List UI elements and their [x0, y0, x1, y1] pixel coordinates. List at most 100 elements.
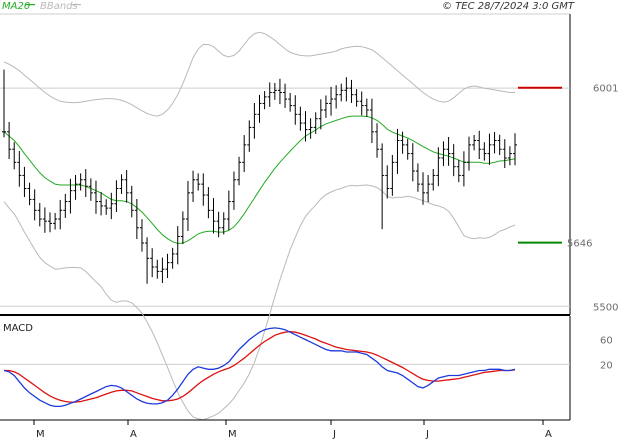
x-tick-label: J [332, 429, 336, 440]
price-bar [364, 98, 369, 117]
macd-title: MACD [3, 323, 33, 334]
price-bar [22, 166, 27, 198]
price-bar [58, 199, 63, 230]
price-bar [12, 142, 17, 170]
price-bar [415, 163, 420, 192]
price-bar [451, 144, 456, 177]
macd-axis-label: 60 [600, 336, 613, 347]
price-bar [446, 137, 451, 166]
price-bar [344, 77, 349, 102]
price-bar [160, 257, 165, 283]
price-bar [318, 99, 323, 130]
price-bar [369, 98, 374, 144]
price-bar [231, 171, 236, 210]
price-bar [354, 89, 359, 107]
price-bar [293, 95, 298, 125]
macd-axis-label: 20 [600, 360, 613, 371]
price-bar [68, 178, 73, 214]
price-bar [456, 159, 461, 183]
price-bar [405, 138, 410, 160]
price-bar [257, 94, 262, 123]
price-bar [175, 226, 180, 265]
price-bar [37, 202, 42, 227]
price-bar [17, 151, 22, 187]
price-bar [226, 190, 231, 231]
x-tick-label: A [130, 429, 137, 440]
price-bar [104, 199, 109, 215]
price-bar [339, 83, 344, 102]
price-bar [114, 180, 119, 213]
price-bar [267, 82, 272, 107]
price-bar [99, 192, 104, 216]
price-bar [507, 146, 512, 166]
price-bar [119, 174, 124, 194]
price-bar [109, 192, 114, 220]
price-bar [93, 180, 98, 214]
x-tick-label: M [228, 429, 237, 440]
price-bar [78, 173, 83, 191]
price-bar [196, 173, 201, 191]
price-bar [237, 156, 242, 186]
price-bar [247, 120, 252, 152]
price-bar [32, 189, 37, 221]
price-bar [211, 198, 216, 234]
price-bar [73, 174, 78, 200]
price-bar [375, 123, 380, 158]
price-bar [400, 131, 405, 154]
price-axis-label: 5500 [593, 302, 618, 313]
price-bar [329, 86, 334, 116]
price-bar [513, 133, 517, 166]
x-tick-label: M [36, 429, 45, 440]
price-bar [63, 193, 68, 218]
ma20-legend-label: MA20 [2, 1, 30, 12]
price-bar [27, 182, 32, 206]
bbands-legend-swatch [71, 4, 81, 6]
price-bar [497, 134, 502, 156]
price-bar [492, 131, 497, 154]
price-bar [42, 207, 47, 233]
price-bar [150, 248, 155, 278]
price-bar [380, 143, 385, 230]
bbands-legend-label: BBands [40, 1, 78, 12]
ma20-legend-swatch [25, 4, 35, 6]
macd-signal-line [4, 330, 516, 403]
price-axis-label: 5646 [567, 239, 592, 250]
price-bar [461, 151, 466, 187]
price-bar [185, 180, 190, 231]
copyright-label: © TEC 28/7/2024 3:0 GMT [442, 1, 575, 12]
price-bar [165, 253, 170, 279]
price-bar [426, 174, 431, 203]
bbands-lower-line [3, 184, 516, 421]
price-bar [487, 133, 492, 165]
price-bar [395, 128, 400, 174]
price-bar [385, 165, 390, 199]
price-bar [272, 83, 277, 100]
price-bar [124, 169, 129, 203]
price-bar [277, 78, 282, 105]
price-bar [359, 91, 364, 116]
price-bar [47, 212, 52, 233]
price-bar [262, 91, 267, 110]
price-bar [298, 106, 303, 131]
price-bar [467, 136, 472, 171]
price-bar [191, 170, 196, 203]
price-bar [283, 83, 288, 108]
price-bar [252, 103, 257, 139]
price-bar [308, 118, 313, 139]
x-tick-label: A [545, 429, 552, 440]
price-bar [2, 69, 6, 138]
price-bar [206, 187, 211, 219]
price-bar [53, 212, 58, 230]
price-bar [472, 135, 477, 151]
price-bar [139, 219, 144, 252]
price-bar [129, 185, 134, 218]
price-bar [7, 122, 12, 160]
price-bar [334, 85, 339, 109]
price-panel: 6001 5646 5500 [0, 13, 618, 421]
price-bar [83, 169, 88, 197]
price-bar [216, 211, 221, 238]
price-bar [242, 135, 247, 173]
price-bar [431, 168, 436, 191]
x-axis-ticks: MAMJJA [33, 420, 552, 440]
price-bar [390, 154, 395, 196]
